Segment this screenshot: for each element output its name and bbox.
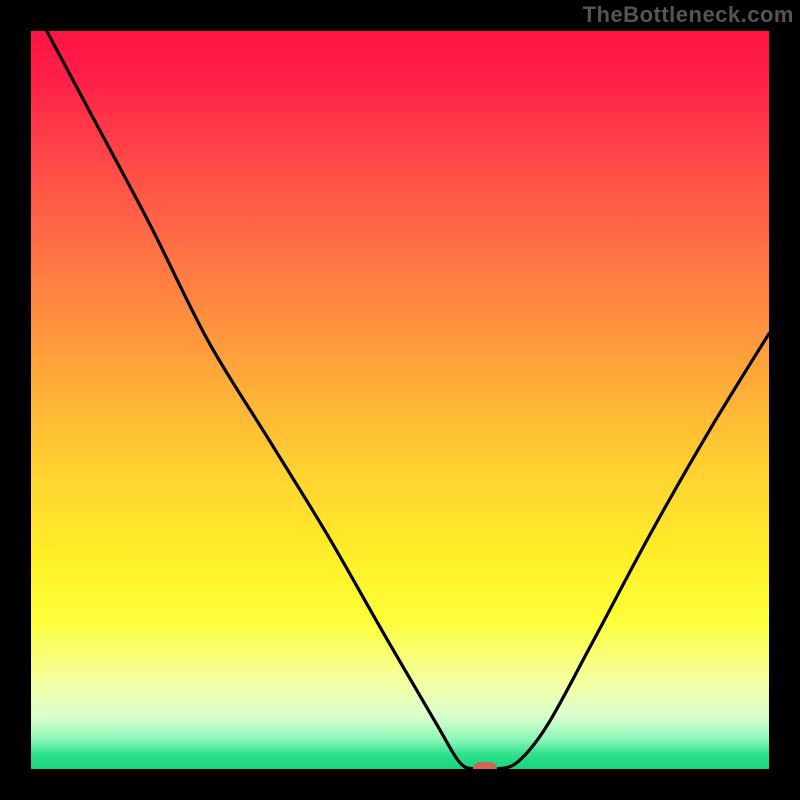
- optimal-marker: [473, 762, 497, 769]
- bottleneck-curve: [31, 31, 769, 769]
- plot-area: [31, 31, 769, 769]
- chart-frame: TheBottleneck.com: [0, 0, 800, 800]
- watermark-text: TheBottleneck.com: [583, 2, 794, 28]
